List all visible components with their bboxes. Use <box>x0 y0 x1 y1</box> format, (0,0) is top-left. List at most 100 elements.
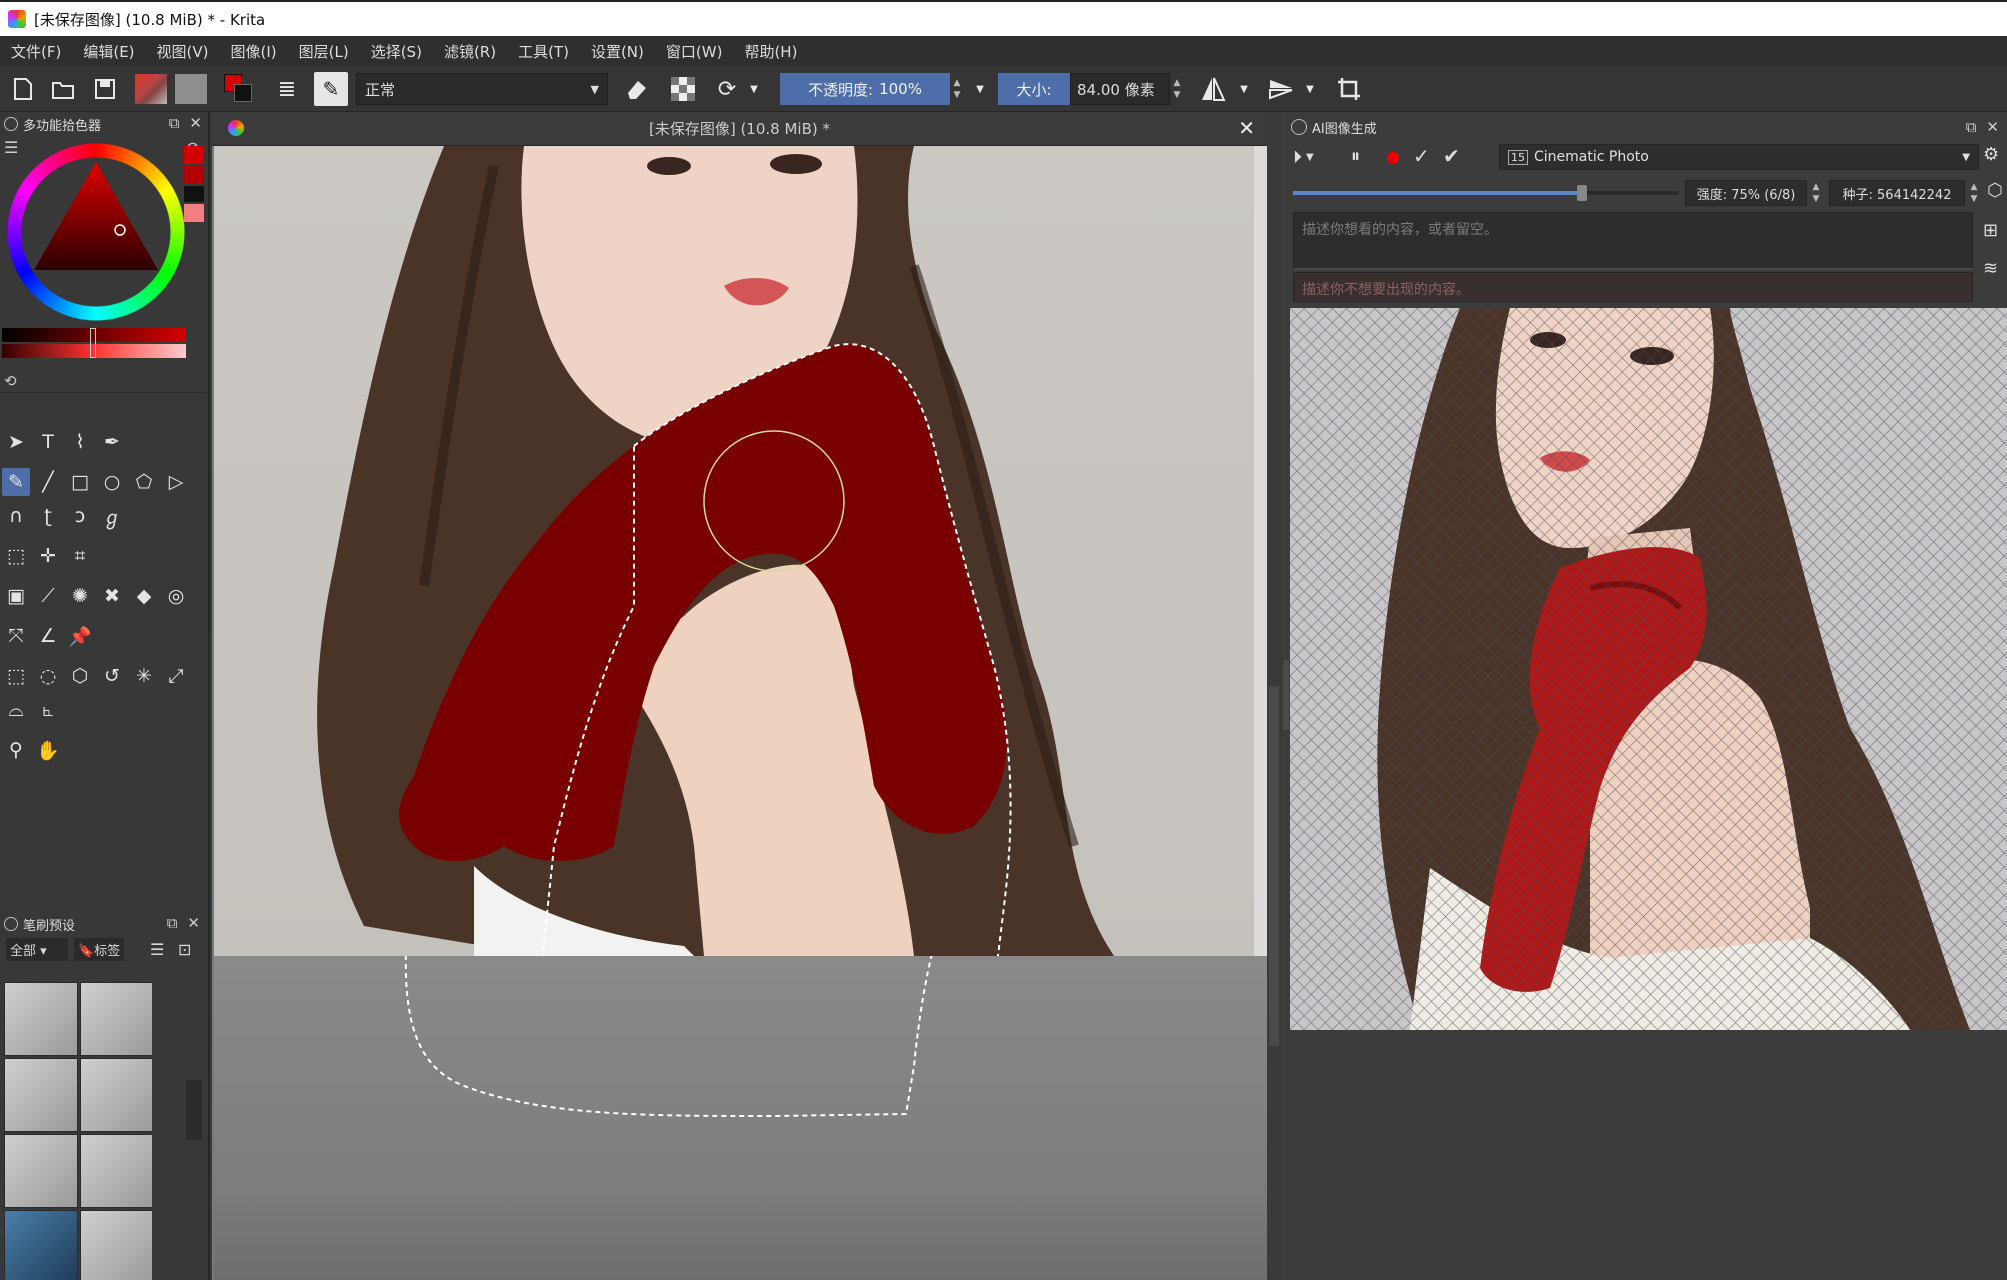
menu-layer[interactable]: 图层(L) <box>288 41 360 62</box>
positive-prompt-input[interactable]: 描述你想看的内容，或者留空。 <box>1293 212 1973 270</box>
float-icon[interactable]: ⧉ <box>1966 118 1977 136</box>
brush-preset-item[interactable] <box>4 1134 78 1208</box>
size-spinner[interactable]: ▲ ▼ <box>1170 73 1184 105</box>
calligraphy-tool[interactable]: ✒ <box>98 428 126 456</box>
gradient-icon[interactable] <box>135 74 167 104</box>
settings-icon[interactable]: ⚙ <box>1983 144 1999 165</box>
apply-icon[interactable]: ✔ <box>1443 144 1460 168</box>
bezier-select-tool[interactable]: ⌓ <box>2 696 30 724</box>
enclose-fill-tool[interactable]: ◎ <box>162 582 190 610</box>
opacity-slider[interactable]: 不透明度: 100% <box>780 73 950 105</box>
pause-icon[interactable]: ⏸ <box>1351 146 1360 167</box>
color-history-swatch[interactable] <box>184 204 204 222</box>
slider-handle[interactable] <box>90 328 96 358</box>
seed-spinner[interactable]: ▲ ▼ <box>1967 180 1981 206</box>
record-icon[interactable] <box>1387 152 1399 164</box>
text-tool[interactable]: T <box>34 428 62 456</box>
seed-field[interactable]: 种子: 564142242 <box>1829 180 1965 206</box>
freehand-select-tool[interactable]: ↺ <box>98 662 126 690</box>
move-tool[interactable]: ✛ <box>34 542 62 570</box>
strength-field[interactable]: 强度: 75% (6/8) <box>1685 180 1807 206</box>
save-icon[interactable] <box>88 72 122 106</box>
dynamic-brush-tool[interactable]: ↄ <box>66 502 94 530</box>
alpha-lock-icon[interactable] <box>666 72 700 106</box>
eraser-icon[interactable] <box>620 72 654 106</box>
brush-settings-icon[interactable]: ≣ <box>270 72 304 106</box>
size-value-box[interactable]: 84.00 像素 <box>1070 73 1170 105</box>
brush-preset-item[interactable] <box>80 982 152 1056</box>
splitter-handle[interactable] <box>1283 660 1289 730</box>
brush-preset-icon[interactable]: ✎ <box>314 72 348 106</box>
canvas-image[interactable] <box>214 146 1254 956</box>
freehand-path-tool[interactable]: ʈ <box>34 502 62 530</box>
canvas-vertical-scrollbar[interactable] <box>1267 146 1281 1280</box>
reset-icon[interactable]: ⟲ <box>4 372 17 390</box>
menu-window[interactable]: 窗口(W) <box>655 41 734 62</box>
chevron-down-icon[interactable]: ▼ <box>746 72 762 106</box>
menu-help[interactable]: 帮助(H) <box>733 41 808 62</box>
fill-tool[interactable]: ◆ <box>130 582 158 610</box>
ellipse-tool[interactable]: ○ <box>98 468 126 496</box>
menu-settings[interactable]: 设置(N) <box>580 41 655 62</box>
menu-image[interactable]: 图像(I) <box>220 41 288 62</box>
new-document-icon[interactable] <box>6 72 40 106</box>
assistant-tool-2[interactable]: ⤧ <box>2 622 30 650</box>
brush-preset-item[interactable] <box>4 1058 78 1132</box>
polygon-select-tool[interactable]: ⬡ <box>66 662 94 690</box>
smart-patch-tool[interactable]: ✺ <box>66 582 94 610</box>
freehand-brush-tool[interactable]: ✎ <box>2 468 30 496</box>
menu-tools[interactable]: 工具(T) <box>507 41 580 62</box>
similar-select-tool[interactable]: ⤢ <box>162 662 190 690</box>
brush-scrollbar[interactable] <box>186 1080 202 1140</box>
layers-icon[interactable]: ≋ <box>1983 258 1998 279</box>
swap-colors-icon[interactable] <box>222 72 256 106</box>
strength-slider[interactable] <box>1293 180 1678 206</box>
float-icon[interactable]: ⧉ <box>169 114 180 132</box>
menu-edit[interactable]: 编辑(E) <box>72 41 145 62</box>
opacity-spinner[interactable]: ▲ ▼ <box>950 73 964 105</box>
assistant-tool[interactable]: ✖ <box>98 582 126 610</box>
brush-preset-item[interactable] <box>80 1210 152 1280</box>
reload-icon[interactable]: ⟳ <box>710 72 744 106</box>
blend-mode-select[interactable]: 正常 ▼ <box>356 73 608 105</box>
select-shapes-tool[interactable]: ➤ <box>2 428 30 456</box>
magnetic-select-tool[interactable]: ⦜ <box>34 696 62 724</box>
brush-filter-select[interactable]: 全部 ▾ <box>6 937 68 961</box>
mirror-horizontal-icon[interactable] <box>1196 72 1230 106</box>
strength-spinner[interactable]: ▲ ▼ <box>1809 180 1823 206</box>
mirror-vertical-icon[interactable] <box>1264 72 1298 106</box>
color-history-swatch[interactable] <box>184 186 204 202</box>
crop-icon[interactable] <box>1332 72 1366 106</box>
polyline-tool[interactable]: ▷ <box>162 468 190 496</box>
float-icon[interactable]: ⧉ <box>167 914 178 932</box>
generate-button[interactable]: ⏵ ▼ <box>1293 144 1333 170</box>
view-grid-icon[interactable]: ⊡ <box>178 940 191 959</box>
crop-tool[interactable]: ⌗ <box>66 542 94 570</box>
menu-filter[interactable]: 滤镜(R) <box>433 41 507 62</box>
close-icon[interactable]: ✕ <box>1986 118 1999 136</box>
scrollbar-thumb[interactable] <box>1269 686 1279 1046</box>
brush-tag-select[interactable]: 🔖标签 <box>74 937 125 961</box>
view-list-icon[interactable]: ☰ <box>150 940 164 959</box>
reference-tool[interactable]: 📌 <box>66 622 94 650</box>
polygon-tool[interactable]: ⬠ <box>130 468 158 496</box>
chevron-down-icon[interactable]: ▼ <box>1236 72 1252 106</box>
prompt-options-icon[interactable]: ⊞ <box>1983 220 1998 241</box>
edit-shapes-tool[interactable]: ⌇ <box>66 428 94 456</box>
style-select[interactable]: 15 Cinematic Photo ▼ <box>1499 144 1979 170</box>
multibrush-tool[interactable]: ℊ <box>98 502 126 530</box>
transform-tool[interactable]: ⬚ <box>2 542 30 570</box>
zoom-tool[interactable]: ⚲ <box>2 736 30 764</box>
randomize-seed-icon[interactable]: ⬡ <box>1987 180 2003 201</box>
contiguous-select-tool[interactable]: ✳ <box>130 662 158 690</box>
close-icon[interactable]: ✕ <box>187 914 200 932</box>
pan-tool[interactable]: ✋ <box>34 736 62 764</box>
ai-result-preview[interactable] <box>1290 308 2007 1030</box>
brush-preset-item[interactable] <box>4 982 78 1056</box>
brush-preset-item-selected[interactable] <box>4 1210 78 1280</box>
menu-file[interactable]: 文件(F) <box>0 41 72 62</box>
pattern-icon[interactable] <box>175 74 207 104</box>
color-wheel[interactable] <box>6 142 186 322</box>
slider-handle[interactable] <box>1576 185 1587 201</box>
rect-select-tool[interactable]: ⬚ <box>2 662 30 690</box>
